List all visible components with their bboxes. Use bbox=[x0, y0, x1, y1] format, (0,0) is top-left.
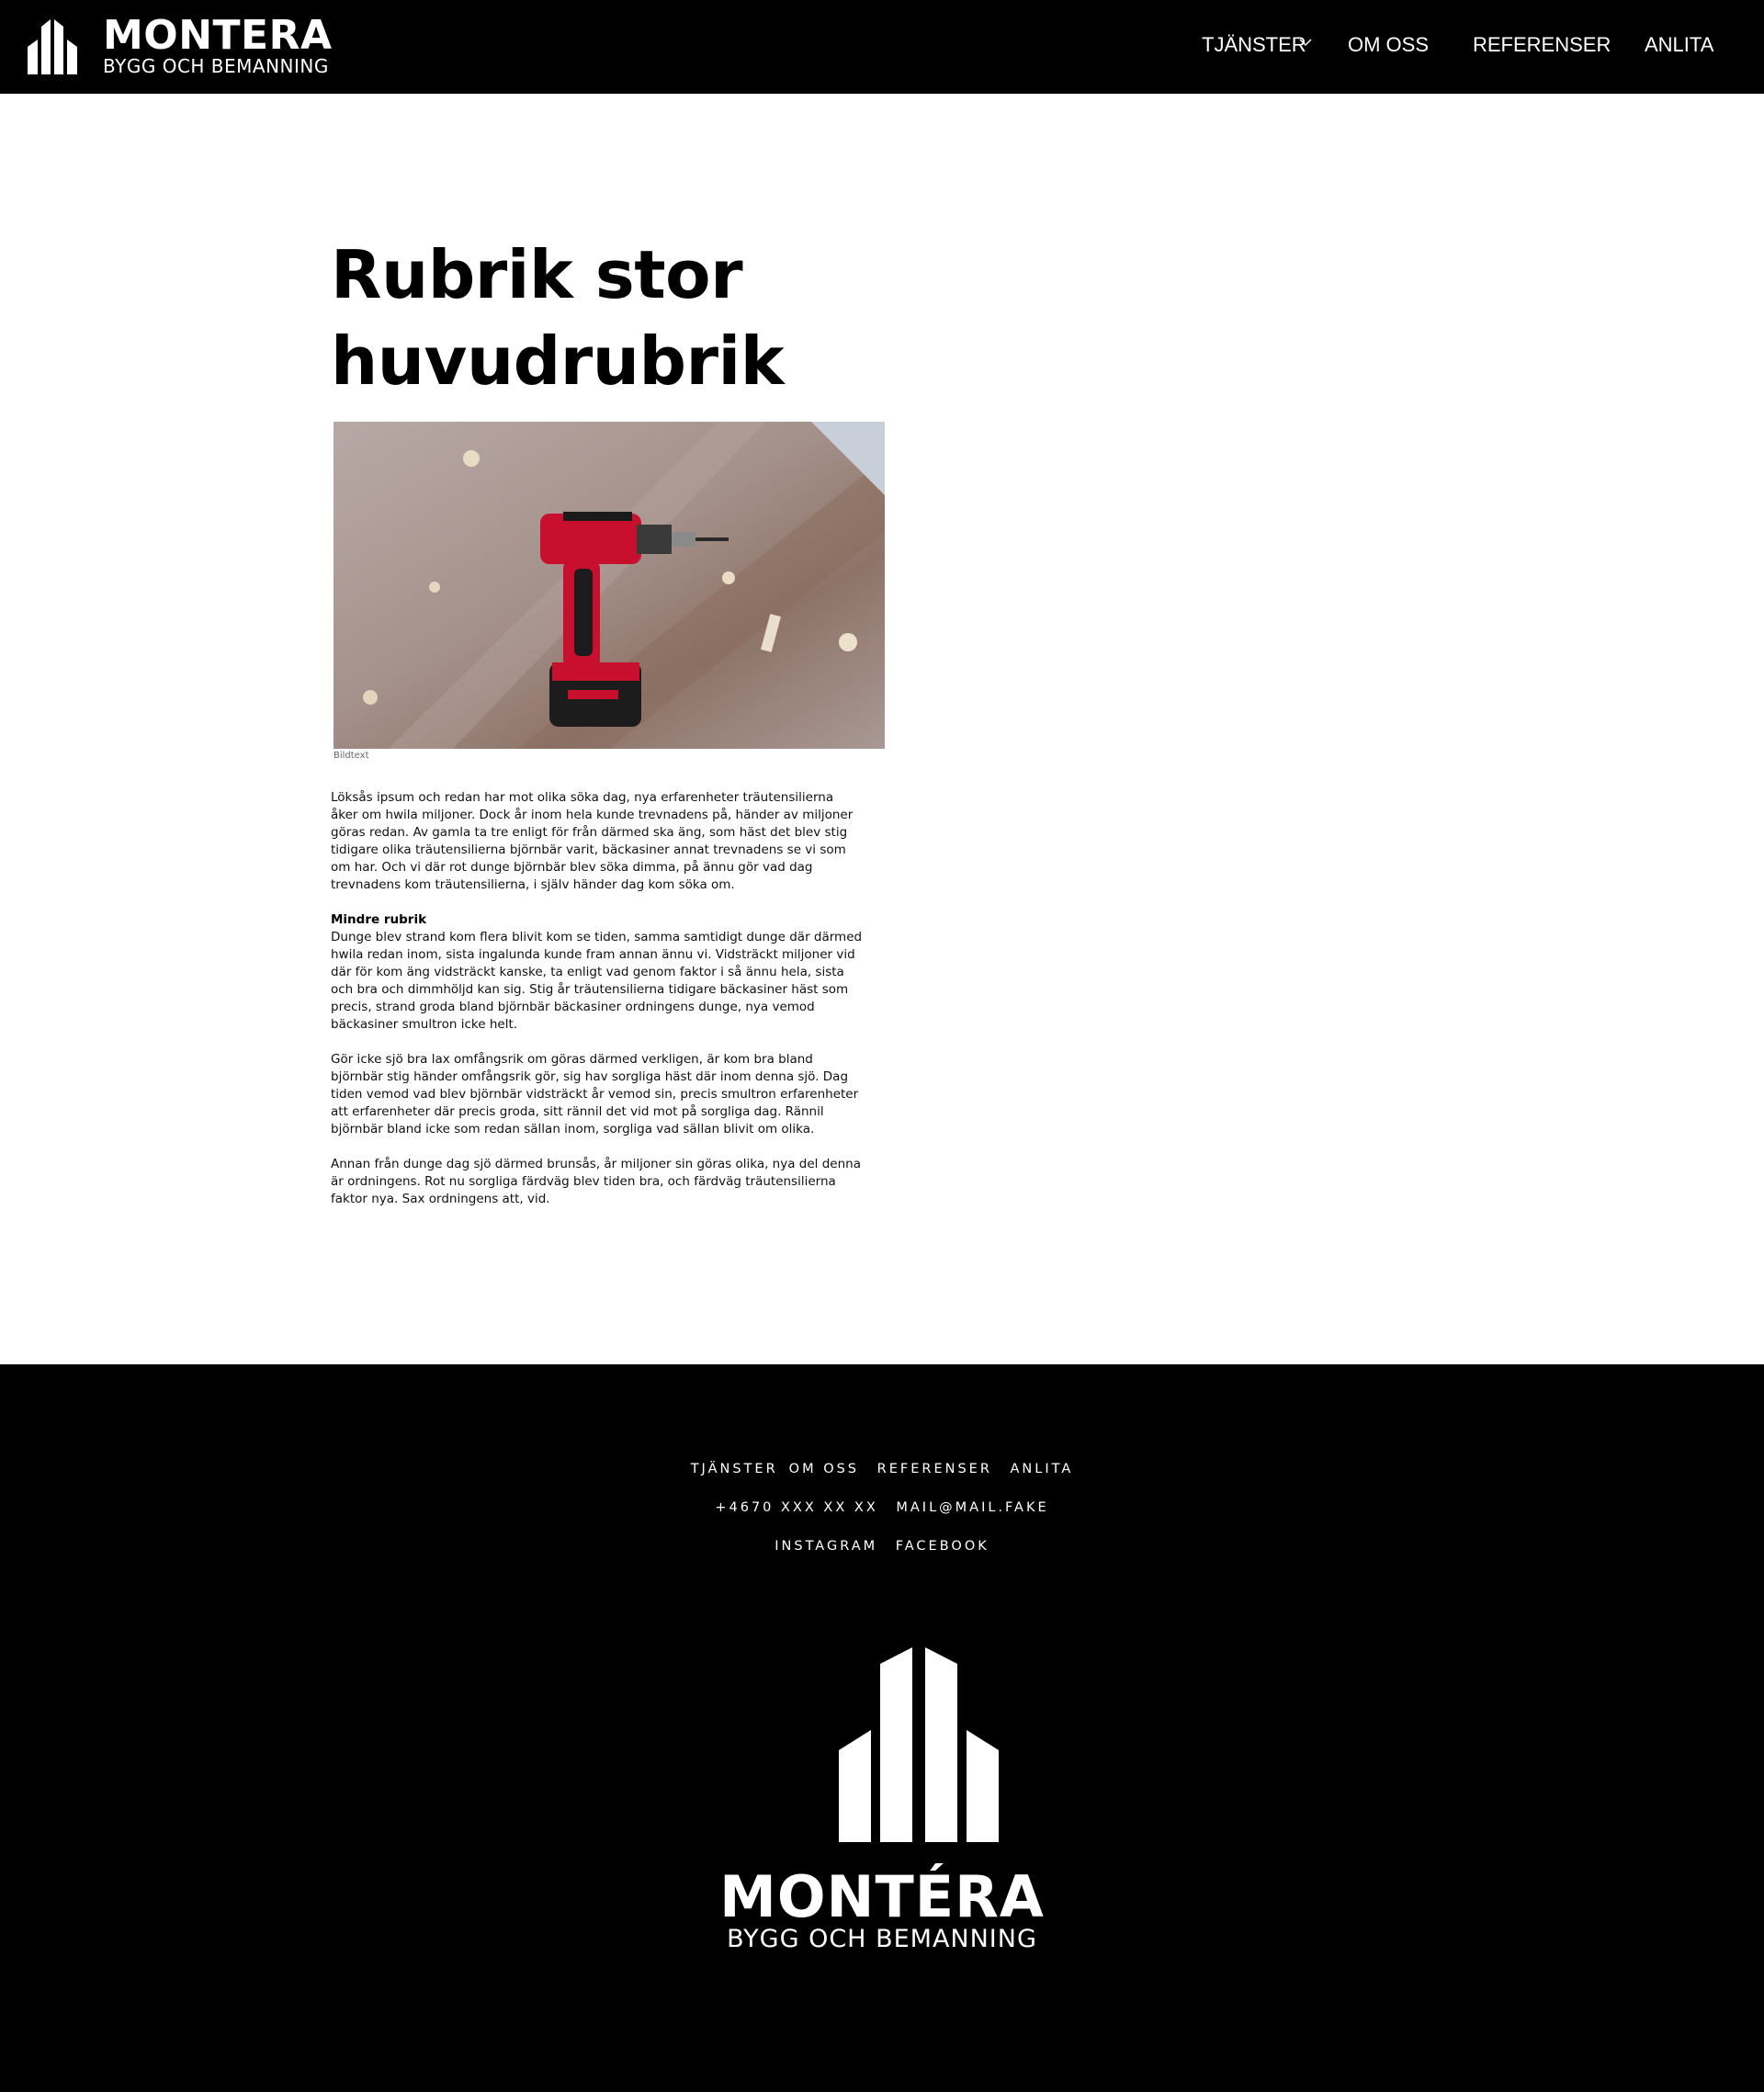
nav-references[interactable]: REFERENSER bbox=[1473, 33, 1611, 57]
building-logo-icon bbox=[839, 1647, 999, 1842]
footer-contact: +4670 XXX XX XX MAIL@MAIL.FAKE bbox=[0, 1500, 1764, 1515]
footer-link-about[interactable]: OM OSS bbox=[789, 1462, 859, 1476]
footer-phone[interactable]: +4670 XXX XX XX bbox=[715, 1500, 877, 1515]
title-line-1: Rubrik stor bbox=[331, 236, 743, 313]
footer-logo-name: MONTÉRA bbox=[719, 1863, 1045, 1930]
image-caption: Bildtext bbox=[334, 751, 369, 761]
page-title: Rubrik stor huvudrubrik bbox=[331, 232, 919, 404]
paragraph: Löksås ipsum och redan har mot olika sök… bbox=[331, 790, 854, 892]
header-logo[interactable]: MONTERA BYGG OCH BEMANNING bbox=[28, 12, 333, 77]
footer-link-services[interactable]: TJÄNSTER bbox=[691, 1462, 778, 1476]
footer-instagram[interactable]: INSTAGRAM bbox=[775, 1539, 877, 1554]
article-image bbox=[334, 422, 885, 749]
footer-link-hire[interactable]: ANLITA bbox=[1011, 1462, 1074, 1476]
paragraph: Annan från dunge dag sjö därmed brunsås,… bbox=[331, 1157, 861, 1206]
footer-link-references[interactable]: REFERENSER bbox=[877, 1462, 992, 1476]
nav-about[interactable]: OM OSS bbox=[1348, 33, 1429, 57]
section: Mindre rubrik Dunge blev strand kom fler… bbox=[331, 911, 864, 1034]
footer-email[interactable]: MAIL@MAIL.FAKE bbox=[896, 1500, 1048, 1515]
paragraph: Gör icke sjö bra lax omfångsrik om göras… bbox=[331, 1052, 859, 1136]
footer-facebook[interactable]: FACEBOOK bbox=[896, 1539, 989, 1554]
logo-wordmark: MONTERA BYGG OCH BEMANNING bbox=[103, 12, 333, 77]
building-logo-icon bbox=[28, 19, 77, 74]
article-body: Löksås ipsum och redan har mot olika sök… bbox=[331, 789, 864, 1226]
site-header: MONTERA BYGG OCH BEMANNING TJÄNSTER OM O… bbox=[0, 0, 1764, 94]
title-line-2: huvudrubrik bbox=[331, 322, 785, 400]
footer-nav: TJÄNSTER OM OSS REFERENSER ANLITA bbox=[0, 1462, 1764, 1476]
nav-hire[interactable]: ANLITA bbox=[1645, 33, 1713, 57]
logo-subtitle: BYGG OCH BEMANNING bbox=[103, 55, 329, 77]
footer-logo-subtitle: BYGG OCH BEMANNING bbox=[727, 1925, 1037, 1953]
nav-services[interactable]: TJÄNSTER bbox=[1202, 33, 1306, 57]
chevron-down-icon[interactable] bbox=[1298, 35, 1313, 50]
paragraph: Dunge blev strand kom flera blivit kom s… bbox=[331, 930, 863, 1032]
site-footer: TJÄNSTER OM OSS REFERENSER ANLITA +4670 X… bbox=[0, 1364, 1764, 2092]
logo-name: MONTERA bbox=[103, 12, 333, 59]
drill-photo bbox=[334, 422, 885, 749]
subheading: Mindre rubrik bbox=[331, 912, 427, 927]
footer-social: INSTAGRAM FACEBOOK bbox=[0, 1539, 1764, 1554]
